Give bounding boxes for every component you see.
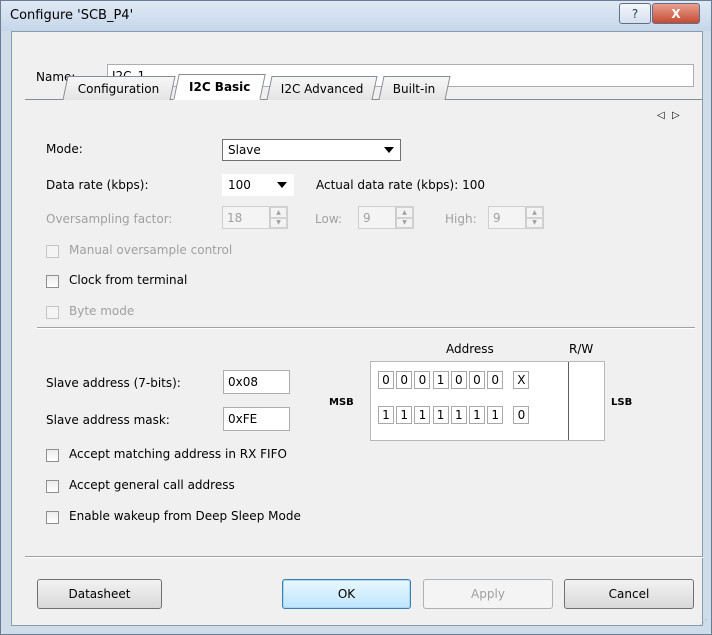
spin-buttons[interactable]: ▲ ▼ xyxy=(525,207,543,228)
close-button[interactable]: X xyxy=(652,3,700,24)
spin-up-icon[interactable]: ▲ xyxy=(270,207,287,218)
accept-matching-address-checkbox[interactable] xyxy=(46,449,59,462)
spin-buttons[interactable]: ▲ ▼ xyxy=(395,207,413,228)
datasheet-button[interactable]: Datasheet xyxy=(37,579,162,609)
msb-label: MSB xyxy=(329,397,354,408)
address-bit-cell[interactable]: 1 xyxy=(414,406,431,424)
spin-down-icon[interactable]: ▼ xyxy=(526,217,543,228)
low-value: 9 xyxy=(363,210,371,225)
tab-label: Configuration xyxy=(78,81,160,96)
rw-divider xyxy=(568,362,569,440)
manual-oversample-label: Manual oversample control xyxy=(69,243,233,257)
tab-i2c-advanced[interactable]: I2C Advanced xyxy=(266,76,378,100)
datasheet-label: Datasheet xyxy=(68,587,131,601)
resize-grip-icon[interactable]: ⋰ xyxy=(699,618,707,627)
slave-address-value: 0x08 xyxy=(228,375,259,389)
chevron-down-icon xyxy=(384,147,394,153)
oversampling-label: Oversampling factor: xyxy=(46,212,173,226)
byte-mode-label: Byte mode xyxy=(69,304,135,318)
mode-select[interactable]: Slave xyxy=(222,139,401,161)
ok-label: OK xyxy=(337,587,356,601)
high-value: 9 xyxy=(493,210,501,225)
low-label: Low: xyxy=(315,212,343,226)
dialog-window: Configure 'SCB_P4' ? X Name: I2C_1 Confi… xyxy=(0,0,712,635)
tab-scroll-left-icon[interactable]: ◁ xyxy=(657,110,665,121)
address-bit-cell[interactable]: 1 xyxy=(432,406,449,424)
oversampling-value: 18 xyxy=(227,210,243,225)
mode-label: Mode: xyxy=(46,142,83,156)
tab-configuration[interactable]: Configuration xyxy=(62,76,176,100)
apply-label: Apply xyxy=(471,587,505,601)
clock-from-terminal-checkbox[interactable] xyxy=(46,275,59,288)
slave-address-input[interactable]: 0x08 xyxy=(223,370,290,394)
tab-label: Built-in xyxy=(393,81,436,96)
manual-oversample-checkbox[interactable] xyxy=(46,245,59,258)
high-stepper[interactable]: 9 ▲ ▼ xyxy=(488,206,544,229)
close-icon: X xyxy=(671,6,681,21)
spin-down-icon[interactable]: ▼ xyxy=(396,217,413,228)
title-bar[interactable]: Configure 'SCB_P4' ? X xyxy=(1,1,711,31)
address-bit-cell[interactable]: 0 xyxy=(378,371,394,389)
address-bit-cell[interactable]: 0 xyxy=(450,371,467,389)
spin-up-icon[interactable]: ▲ xyxy=(396,207,413,218)
slave-mask-label: Slave address mask: xyxy=(46,413,170,427)
window-title: Configure 'SCB_P4' xyxy=(10,8,134,23)
spin-buttons[interactable]: ▲ ▼ xyxy=(269,207,287,228)
ok-button[interactable]: OK xyxy=(282,579,411,609)
tab-i2c-basic[interactable]: I2C Basic xyxy=(173,74,266,100)
apply-button[interactable]: Apply xyxy=(423,579,553,609)
low-stepper[interactable]: 9 ▲ ▼ xyxy=(358,206,414,229)
address-bit-cell[interactable]: 1 xyxy=(432,371,449,389)
clock-from-terminal-label: Clock from terminal xyxy=(69,273,188,287)
data-rate-select[interactable]: 100 xyxy=(222,174,294,196)
enable-wakeup-label: Enable wakeup from Deep Sleep Mode xyxy=(69,509,301,523)
address-bit-cell[interactable]: 1 xyxy=(469,406,485,424)
address-bit-cell[interactable]: 0 xyxy=(414,371,431,389)
spin-up-icon[interactable]: ▲ xyxy=(526,207,543,218)
address-bit-cell[interactable]: 0 xyxy=(513,406,530,424)
tab-built-in[interactable]: Built-in xyxy=(378,76,451,100)
accept-general-call-checkbox[interactable] xyxy=(46,480,59,493)
address-bit-cell[interactable]: X xyxy=(513,371,530,389)
spin-down-icon[interactable]: ▼ xyxy=(270,217,287,228)
cancel-button[interactable]: Cancel xyxy=(564,579,694,609)
slave-mask-value: 0xFE xyxy=(228,412,258,426)
accept-matching-address-label: Accept matching address in RX FIFO xyxy=(69,447,287,461)
high-label: High: xyxy=(445,212,477,226)
address-bit-cell[interactable]: 1 xyxy=(378,406,394,424)
chevron-down-icon xyxy=(277,182,287,188)
address-header: Address xyxy=(446,342,494,356)
address-bit-cell[interactable]: 1 xyxy=(450,406,467,424)
slave-address-label: Slave address (7-bits): xyxy=(46,376,181,390)
oversampling-stepper[interactable]: 18 ▲ ▼ xyxy=(222,206,288,229)
data-rate-label: Data rate (kbps): xyxy=(46,178,149,192)
actual-data-rate-text: Actual data rate (kbps): 100 xyxy=(316,178,486,192)
address-bit-cell[interactable]: 1 xyxy=(487,406,504,424)
enable-wakeup-checkbox[interactable] xyxy=(46,511,59,524)
section-divider xyxy=(37,327,695,329)
button-divider xyxy=(25,556,703,558)
cancel-label: Cancel xyxy=(608,587,650,601)
tab-scroll-right-icon[interactable]: ▷ xyxy=(672,110,680,121)
slave-mask-input[interactable]: 0xFE xyxy=(223,407,290,431)
tab-label: I2C Basic xyxy=(188,80,251,94)
help-button[interactable]: ? xyxy=(619,3,651,24)
tab-label: I2C Advanced xyxy=(280,81,364,96)
address-bit-cell[interactable]: 1 xyxy=(396,406,413,424)
byte-mode-checkbox[interactable] xyxy=(46,306,59,319)
lsb-label: LSB xyxy=(611,397,633,408)
help-icon: ? xyxy=(631,6,639,21)
data-rate-value: 100 xyxy=(228,178,251,192)
mode-value: Slave xyxy=(228,143,261,157)
address-bit-cell[interactable]: 0 xyxy=(487,371,504,389)
address-bit-cell[interactable]: 0 xyxy=(396,371,413,389)
address-bit-cell[interactable]: 0 xyxy=(469,371,485,389)
rw-header: R/W xyxy=(569,342,594,356)
accept-general-call-label: Accept general call address xyxy=(69,478,235,492)
